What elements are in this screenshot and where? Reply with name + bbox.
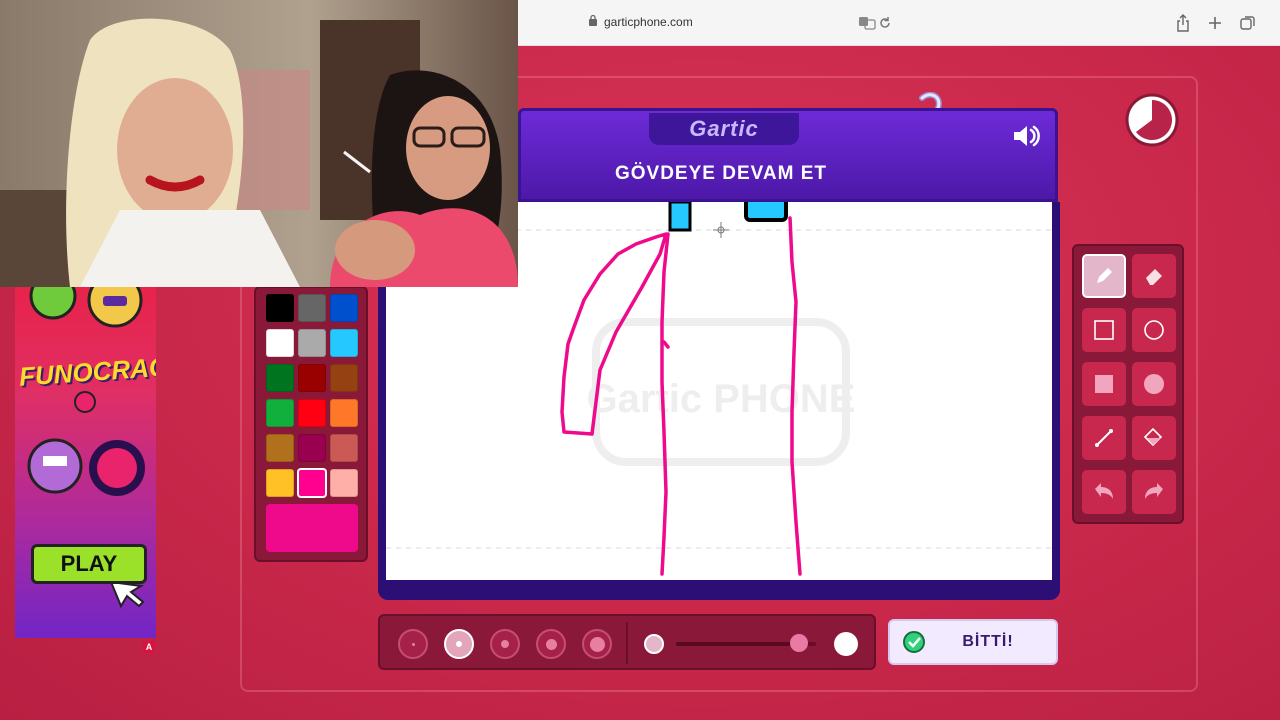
- speaker-icon[interactable]: [1009, 119, 1043, 153]
- line-icon[interactable]: [1082, 416, 1126, 460]
- crosshair-icon: [713, 222, 729, 238]
- color-dark-green[interactable]: [266, 364, 294, 392]
- color-peach[interactable]: [330, 469, 358, 497]
- color-dark-gray[interactable]: [298, 294, 326, 322]
- color-palette: [254, 286, 368, 562]
- opacity-slider-thumb[interactable]: [790, 634, 809, 652]
- pencil-icon[interactable]: [1082, 254, 1126, 298]
- rectangle-outline-icon[interactable]: [1082, 308, 1126, 352]
- opacity-slider[interactable]: [676, 634, 816, 652]
- color-ochre[interactable]: [266, 434, 294, 462]
- color-salmon[interactable]: [330, 434, 358, 462]
- color-blue[interactable]: [330, 294, 358, 322]
- bucket-icon[interactable]: [1132, 416, 1176, 460]
- color-yellow[interactable]: [266, 469, 294, 497]
- done-label: BİTTİ!: [962, 633, 1014, 650]
- timer-icon: [1124, 92, 1180, 148]
- color-white[interactable]: [266, 329, 294, 357]
- lock-icon: [588, 14, 598, 29]
- color-green[interactable]: [266, 399, 294, 427]
- advertisement[interactable]: FUNOCRACY PLAY: [15, 286, 156, 638]
- done-button[interactable]: BİTTİ!: [888, 619, 1058, 665]
- drawing-prompt: GÖVDEYE DEVAM ET: [614, 163, 827, 184]
- color-red[interactable]: [298, 399, 326, 427]
- ad-badge: A: [143, 641, 155, 653]
- webcam-overlay: [0, 0, 518, 287]
- color-brown[interactable]: [330, 364, 358, 392]
- brush-size-2[interactable]: [444, 629, 474, 659]
- opacity-low-icon: [644, 634, 664, 654]
- brush-size-4[interactable]: [536, 629, 566, 659]
- ad-play-button[interactable]: PLAY: [31, 544, 147, 584]
- new-tab-icon[interactable]: [1204, 12, 1226, 34]
- eraser-icon[interactable]: [1132, 254, 1176, 298]
- color-dark-red[interactable]: [298, 364, 326, 392]
- circle-outline-icon[interactable]: [1132, 308, 1176, 352]
- color-orange[interactable]: [330, 399, 358, 427]
- brush-size-5[interactable]: [582, 629, 612, 659]
- color-light-gray[interactable]: [298, 329, 326, 357]
- address-bar[interactable]: garticphone.com: [588, 14, 693, 29]
- watermark-text: Gartic PHONE: [587, 377, 856, 421]
- rectangle-fill-icon[interactable]: [1082, 362, 1126, 406]
- color-black[interactable]: [266, 294, 294, 322]
- brush-size-1[interactable]: [398, 629, 428, 659]
- tool-panel: [1072, 244, 1184, 524]
- color-maroon[interactable]: [298, 434, 326, 462]
- color-pink[interactable]: [297, 468, 327, 498]
- drawing-header: Gartic GÖVDEYE DEVAM ET: [518, 108, 1058, 202]
- reload-icon[interactable]: [874, 12, 896, 34]
- undo-icon[interactable]: [1082, 470, 1126, 514]
- share-icon[interactable]: [1172, 12, 1194, 34]
- opacity-high-icon: [834, 632, 858, 656]
- circle-fill-icon[interactable]: [1132, 362, 1176, 406]
- current-color-preview: [266, 504, 358, 552]
- url-text: garticphone.com: [604, 14, 693, 29]
- gartic-logo: Gartic: [649, 113, 799, 145]
- brush-size-3[interactable]: [490, 629, 520, 659]
- ad-characters-icon: [27, 286, 145, 609]
- brush-settings-bar: [378, 614, 876, 670]
- tabs-icon[interactable]: [1237, 12, 1259, 34]
- color-cyan[interactable]: [330, 329, 358, 357]
- gartic-watermark: Gartic PHONE: [587, 318, 856, 466]
- redo-icon[interactable]: [1132, 470, 1176, 514]
